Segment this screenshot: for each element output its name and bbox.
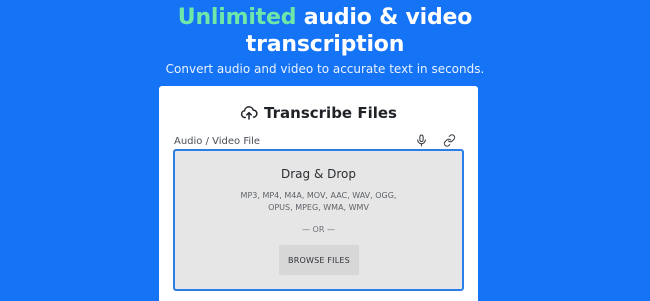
microphone-icon[interactable] xyxy=(415,134,428,147)
or-separator: — OR — xyxy=(302,225,335,234)
formats-line2: OPUS, MPEG, WMA, WMV xyxy=(268,203,369,212)
hero-title: Unlimited audio & video transcription xyxy=(0,4,650,58)
hero-title-line1: audio & video xyxy=(296,5,473,30)
hero-subtitle: Convert audio and video to accurate text… xyxy=(165,62,485,76)
field-label: Audio / Video File xyxy=(174,136,261,147)
dropzone-title: Drag & Drop xyxy=(281,167,356,181)
link-icon[interactable] xyxy=(443,134,456,147)
card-title: Transcribe Files xyxy=(264,104,397,122)
browse-files-button[interactable]: BROWSE FILES xyxy=(279,245,359,275)
supported-formats: MP3, MP4, M4A, MOV, AAC, WAV, OGG, OPUS,… xyxy=(215,190,422,214)
formats-line1: MP3, MP4, M4A, MOV, AAC, WAV, OGG, xyxy=(240,191,397,200)
card-header: Transcribe Files xyxy=(159,102,478,124)
hero-title-accent: Unlimited xyxy=(177,5,297,30)
transcribe-card: Transcribe Files Audio / Video File Drag… xyxy=(159,86,478,301)
file-dropzone[interactable]: Drag & Drop MP3, MP4, M4A, MOV, AAC, WAV… xyxy=(173,149,464,291)
hero-title-line2: transcription xyxy=(245,32,405,57)
upload-cloud-icon xyxy=(240,104,258,122)
